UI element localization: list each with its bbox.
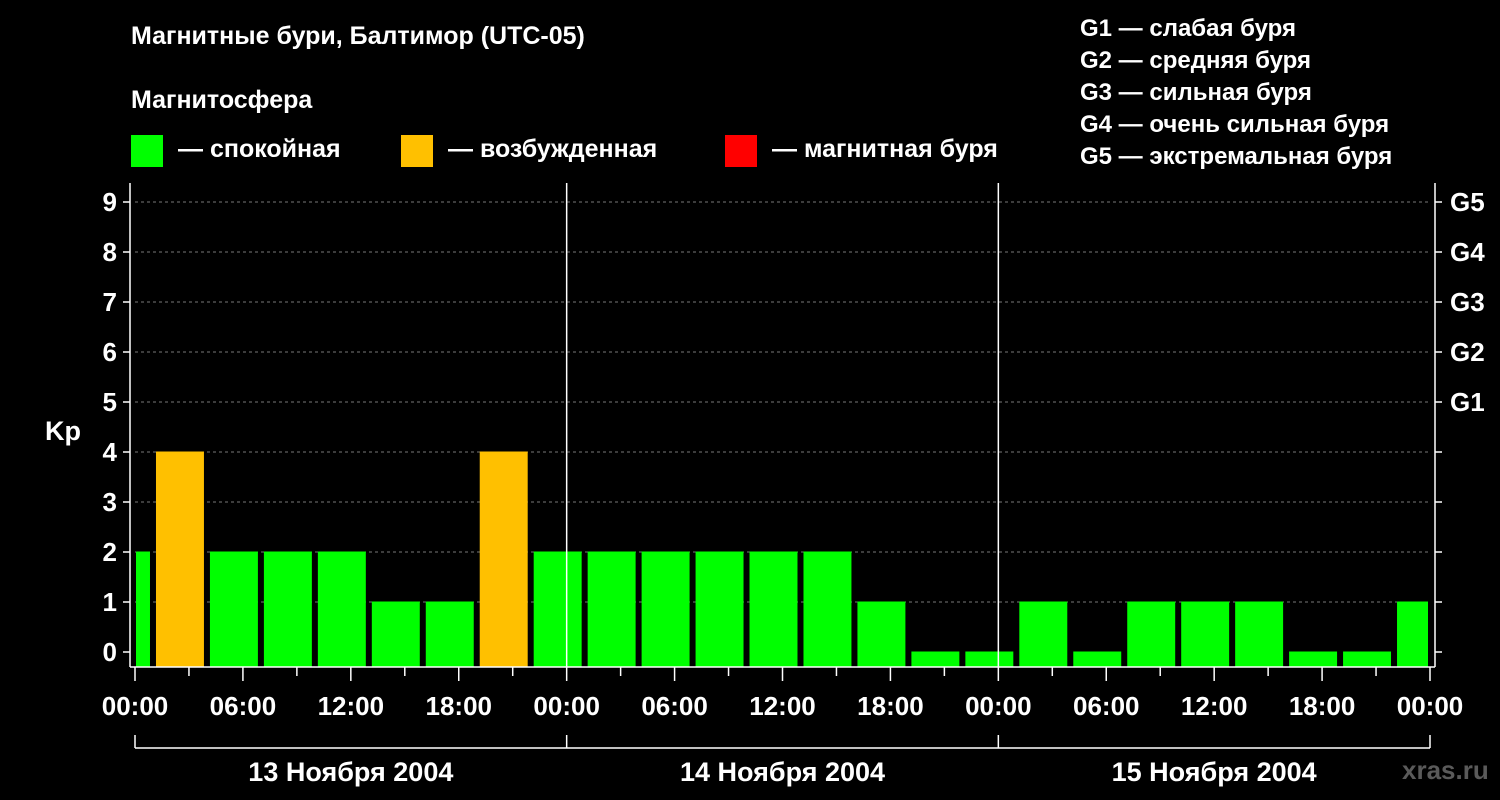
y-tick-label: 5: [103, 387, 117, 417]
kp-bar: [1181, 601, 1230, 667]
kp-bar: [136, 551, 150, 667]
kp-bar: [209, 551, 258, 667]
kp-bar: [1235, 601, 1284, 667]
kp-bar: [1397, 601, 1428, 667]
watermark: xras.ru: [1402, 755, 1489, 785]
kp-bar: [965, 651, 1014, 667]
x-tick-label: 00:00: [533, 691, 600, 721]
y-tick-label: 8: [103, 237, 117, 267]
kp-bar: [1019, 601, 1068, 667]
day-label: 13 Ноября 2004: [248, 757, 453, 787]
y-tick-label: 2: [103, 537, 117, 567]
x-tick-label: 06:00: [641, 691, 708, 721]
kp-bar: [1343, 651, 1392, 667]
y-tick-label: 4: [103, 437, 118, 467]
kp-bar: [371, 601, 420, 667]
y-tick-label: 7: [103, 287, 117, 317]
kp-bar: [857, 601, 906, 667]
kp-bar: [749, 551, 798, 667]
x-tick-label: 06:00: [1073, 691, 1140, 721]
kp-bar: [1073, 651, 1122, 667]
kp-bar: [587, 551, 636, 667]
g-level-label: G5: [1450, 187, 1485, 217]
x-tick-label: 06:00: [210, 691, 277, 721]
y-tick-label: 0: [103, 637, 117, 667]
kp-bar: [317, 551, 366, 667]
kp-bar: [911, 651, 960, 667]
x-tick-label: 12:00: [1181, 691, 1248, 721]
kp-bar: [1289, 651, 1338, 667]
x-tick-label: 18:00: [426, 691, 493, 721]
x-tick-label: 18:00: [857, 691, 924, 721]
kp-bar: [1127, 601, 1176, 667]
x-tick-label: 12:00: [749, 691, 816, 721]
kp-bar: [425, 601, 474, 667]
g-level-label: G3: [1450, 287, 1485, 317]
x-tick-label: 12:00: [318, 691, 385, 721]
kp-bar: [479, 451, 528, 667]
kp-bar: [533, 551, 582, 667]
kp-bar: [155, 451, 204, 667]
y-tick-label: 3: [103, 487, 117, 517]
kp-chart: 0 1 2 3 4 5 6 7 8 9 Kp G1 G2 G3 G4 G5 00:00 06:00 12:00 18:…: [45, 183, 1485, 787]
kp-bar: [263, 551, 312, 667]
x-tick-label: 00:00: [965, 691, 1032, 721]
g-level-label: G1: [1450, 387, 1485, 417]
y-tick-label: 1: [103, 587, 117, 617]
y-axis-label: Kp: [45, 416, 81, 446]
x-tick-label: 00:00: [1397, 691, 1464, 721]
x-tick-label: 18:00: [1289, 691, 1356, 721]
kp-bar: [641, 551, 690, 667]
y-tick-label: 9: [103, 187, 117, 217]
kp-bar: [803, 551, 852, 667]
x-tick-label: 00:00: [102, 691, 169, 721]
kp-bar: [695, 551, 744, 667]
g-level-label: G2: [1450, 337, 1485, 367]
day-label: 14 Ноября 2004: [680, 757, 885, 787]
y-tick-label: 6: [103, 337, 117, 367]
day-label: 15 Ноября 2004: [1112, 757, 1317, 787]
g-level-label: G4: [1450, 237, 1485, 267]
